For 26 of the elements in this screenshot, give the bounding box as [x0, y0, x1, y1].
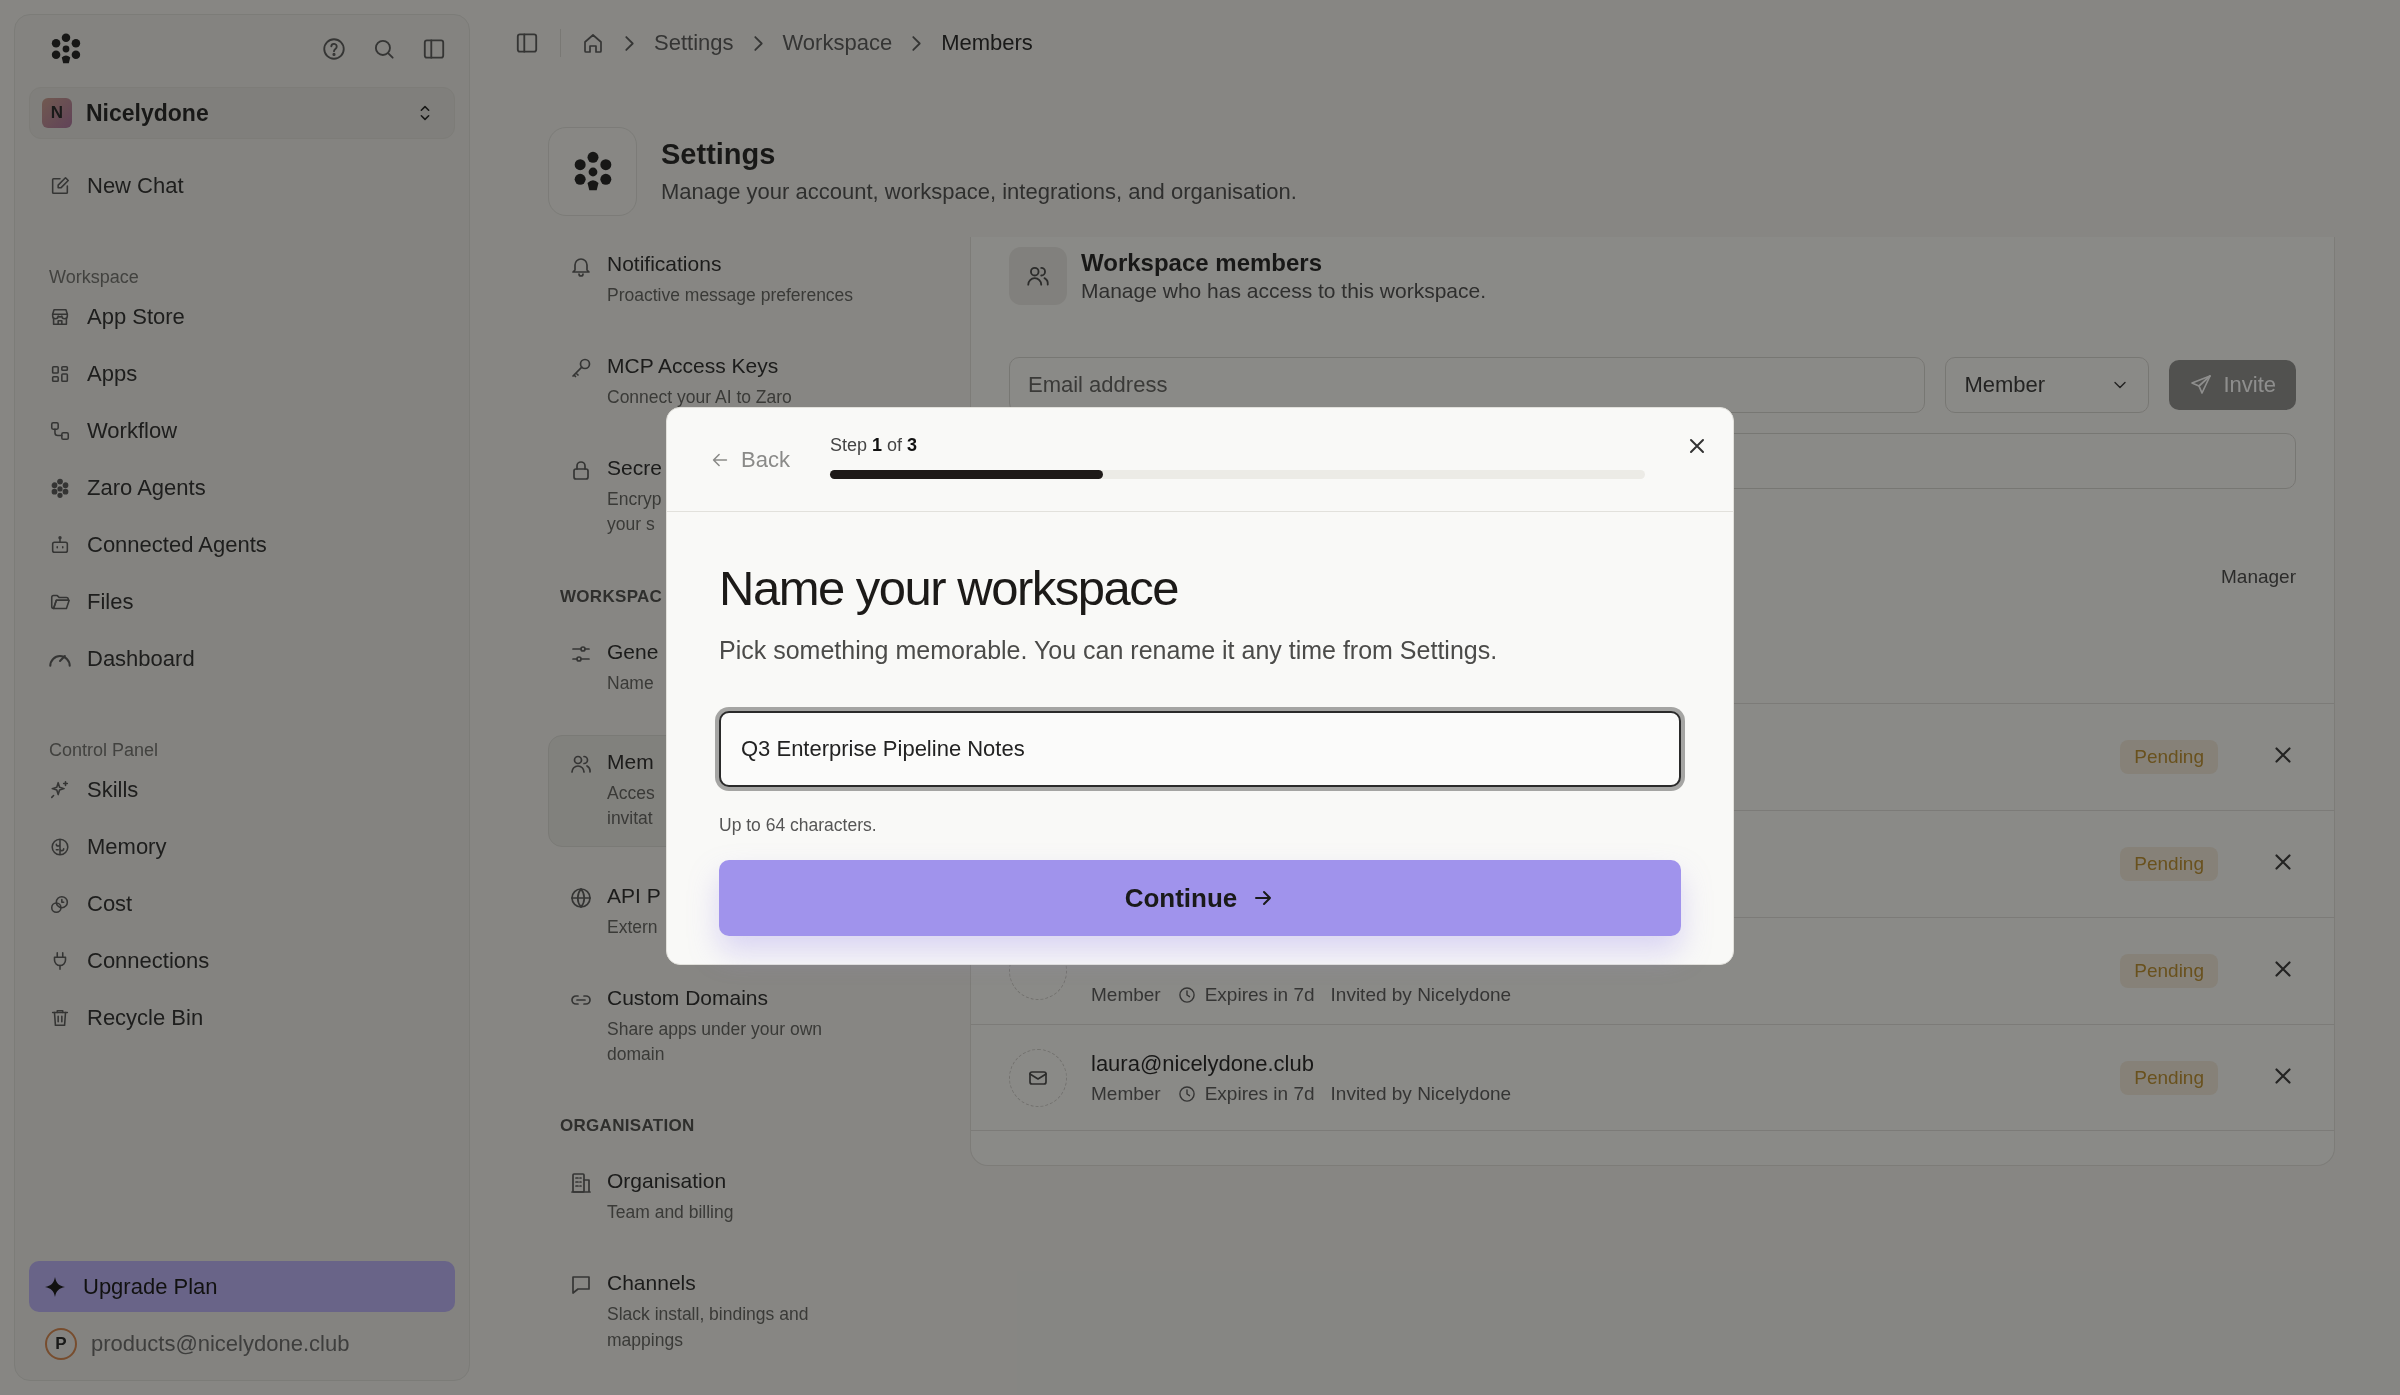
role-label: Manager — [2221, 566, 2296, 588]
dialog-subtitle: Pick something memorable. You can rename it any time from Settings. — [719, 636, 1499, 665]
expiry-text: Expires in 7d — [1204, 1082, 1315, 1105]
status-badge: Pending — [2120, 1060, 2218, 1095]
page-subtitle: Manage your account, workspace, integrations, and organisation. — [661, 179, 1297, 205]
dialog-title: Name your workspace — [719, 560, 1179, 616]
panel-subtitle: Manage who has access to this workspace. — [1081, 279, 1487, 303]
member-email: laura@nicelydone.club — [1091, 1050, 1315, 1077]
group-label: ORGANISATION — [559, 1115, 696, 1138]
section-label: Workspace — [48, 266, 140, 288]
user-avatar: P — [45, 1328, 77, 1360]
invited-by-text: Invited by Nicelydone — [1330, 1082, 1512, 1105]
status-badge: Pending — [2120, 847, 2218, 881]
member-role: Member — [1091, 984, 1161, 1006]
status-badge: Pending — [2120, 740, 2218, 774]
helper-text: Up to 64 characters. — [719, 815, 878, 836]
step-label: Step 1 of 3 — [829, 434, 918, 456]
invited-by-text: Invited by Nicelydone — [1330, 984, 1512, 1006]
workspace-avatar: N — [42, 98, 72, 128]
page-title: Settings — [661, 138, 777, 171]
status-badge: Pending — [2120, 954, 2218, 988]
section-label: Control Panel — [48, 739, 160, 761]
group-label: WORKSPAC — [559, 585, 664, 608]
member-role: Member — [1091, 1082, 1161, 1105]
panel-title: Workspace members — [1081, 249, 1323, 277]
expiry-text: Expires in 7d — [1204, 984, 1315, 1006]
